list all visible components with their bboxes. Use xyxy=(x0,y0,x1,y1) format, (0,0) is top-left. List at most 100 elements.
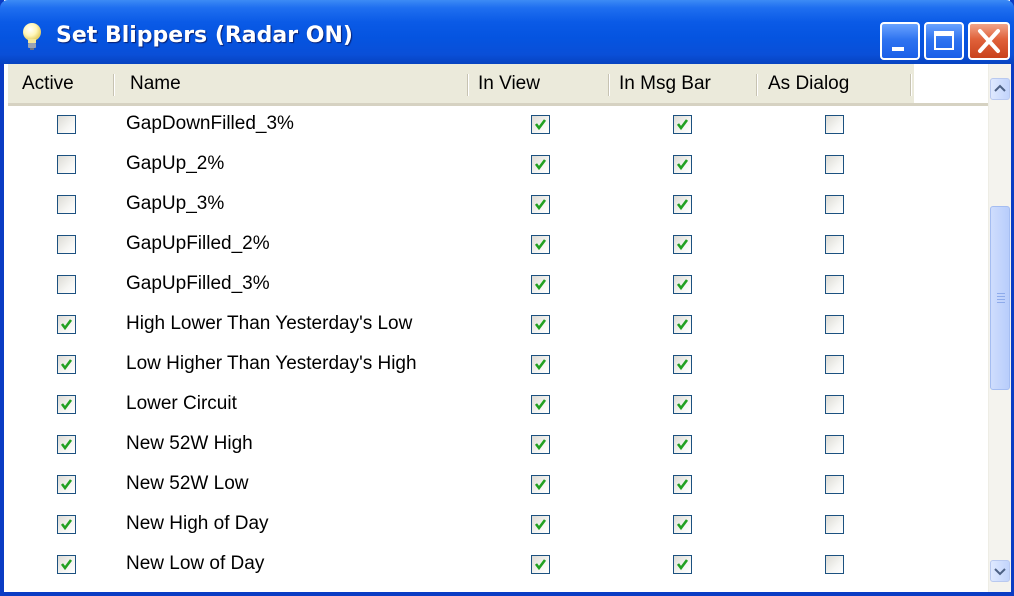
checkmark-icon xyxy=(60,519,73,531)
blipper-name: New Low of Day xyxy=(126,553,265,574)
active-checkbox[interactable] xyxy=(57,515,76,534)
active-checkbox[interactable] xyxy=(57,435,76,454)
in-msg-bar-checkbox[interactable] xyxy=(673,435,692,454)
blipper-name: GapUp_2% xyxy=(126,153,225,174)
in-view-checkbox[interactable] xyxy=(531,355,550,374)
active-checkbox[interactable] xyxy=(57,395,76,414)
as-dialog-checkbox[interactable] xyxy=(825,355,844,374)
column-separator[interactable] xyxy=(113,74,115,96)
in-view-checkbox[interactable] xyxy=(531,275,550,294)
in-view-checkbox[interactable] xyxy=(531,195,550,214)
scroll-up-button[interactable] xyxy=(990,78,1010,100)
checkmark-icon xyxy=(60,399,73,411)
table-row[interactable]: GapUp_3% xyxy=(8,186,988,226)
table-row[interactable]: High Lower Than Yesterday's Low xyxy=(8,306,988,346)
in-view-checkbox[interactable] xyxy=(531,475,550,494)
active-checkbox[interactable] xyxy=(57,235,76,254)
as-dialog-checkbox[interactable] xyxy=(825,235,844,254)
as-dialog-checkbox[interactable] xyxy=(825,475,844,494)
as-dialog-checkbox[interactable] xyxy=(825,435,844,454)
blipper-name: GapUpFilled_3% xyxy=(126,273,270,294)
title-bar[interactable]: Set Blippers (Radar ON) xyxy=(0,0,1014,64)
in-msg-bar-checkbox[interactable] xyxy=(673,355,692,374)
checkmark-icon xyxy=(60,319,73,331)
column-header-in-msg-bar[interactable]: In Msg Bar xyxy=(619,64,711,103)
active-checkbox[interactable] xyxy=(57,155,76,174)
in-msg-bar-checkbox[interactable] xyxy=(673,155,692,174)
as-dialog-checkbox[interactable] xyxy=(825,155,844,174)
checkmark-icon xyxy=(534,359,547,371)
column-header: Active Name In View In Msg Bar As Dialog xyxy=(8,64,990,106)
close-icon xyxy=(978,29,1000,53)
as-dialog-checkbox[interactable] xyxy=(825,195,844,214)
as-dialog-checkbox[interactable] xyxy=(825,395,844,414)
column-header-name[interactable]: Name xyxy=(130,64,181,103)
table-row[interactable]: GapDownFilled_3% xyxy=(8,106,988,146)
table-row[interactable]: New High of Day xyxy=(8,506,988,546)
table-row[interactable]: New 52W Low xyxy=(8,466,988,506)
table-row[interactable]: GapUpFilled_3% xyxy=(8,266,988,306)
scroll-thumb[interactable] xyxy=(990,206,1010,390)
grip-line xyxy=(997,302,1005,303)
column-header-active[interactable]: Active xyxy=(22,64,74,103)
column-header-in-view[interactable]: In View xyxy=(478,64,540,103)
table-row[interactable]: Lower Circuit xyxy=(8,386,988,426)
lightbulb-icon xyxy=(20,22,44,52)
active-checkbox[interactable] xyxy=(57,355,76,374)
column-separator[interactable] xyxy=(756,74,758,96)
as-dialog-checkbox[interactable] xyxy=(825,515,844,534)
checkmark-icon xyxy=(676,319,689,331)
active-checkbox[interactable] xyxy=(57,555,76,574)
blipper-name: High Lower Than Yesterday's Low xyxy=(126,313,413,334)
checkmark-icon xyxy=(534,519,547,531)
in-view-checkbox[interactable] xyxy=(531,115,550,134)
checkmark-icon xyxy=(534,119,547,131)
column-header-as-dialog[interactable]: As Dialog xyxy=(768,64,849,103)
in-view-checkbox[interactable] xyxy=(531,435,550,454)
set-blippers-window: Set Blippers (Radar ON) Active Name In V… xyxy=(0,0,1014,596)
checkmark-icon xyxy=(676,239,689,251)
minimize-button[interactable] xyxy=(880,22,920,60)
table-row[interactable]: GapUp_2% xyxy=(8,146,988,186)
active-checkbox[interactable] xyxy=(57,275,76,294)
as-dialog-checkbox[interactable] xyxy=(825,275,844,294)
active-checkbox[interactable] xyxy=(57,315,76,334)
in-msg-bar-checkbox[interactable] xyxy=(673,275,692,294)
in-msg-bar-checkbox[interactable] xyxy=(673,115,692,134)
active-checkbox[interactable] xyxy=(57,475,76,494)
vertical-scrollbar[interactable] xyxy=(988,64,1011,592)
as-dialog-checkbox[interactable] xyxy=(825,115,844,134)
in-msg-bar-checkbox[interactable] xyxy=(673,315,692,334)
in-msg-bar-checkbox[interactable] xyxy=(673,475,692,494)
blipper-name: GapUp_3% xyxy=(126,193,225,214)
in-view-checkbox[interactable] xyxy=(531,155,550,174)
checkmark-icon xyxy=(60,359,73,371)
as-dialog-checkbox[interactable] xyxy=(825,555,844,574)
checkmark-icon xyxy=(676,439,689,451)
table-row[interactable]: New 52W High xyxy=(8,426,988,466)
as-dialog-checkbox[interactable] xyxy=(825,315,844,334)
column-separator[interactable] xyxy=(467,74,469,96)
scroll-down-button[interactable] xyxy=(990,560,1010,582)
in-view-checkbox[interactable] xyxy=(531,395,550,414)
in-view-checkbox[interactable] xyxy=(531,235,550,254)
in-msg-bar-checkbox[interactable] xyxy=(673,195,692,214)
in-view-checkbox[interactable] xyxy=(531,555,550,574)
in-msg-bar-checkbox[interactable] xyxy=(673,235,692,254)
maximize-icon xyxy=(934,31,954,50)
table-row[interactable]: GapUpFilled_2% xyxy=(8,226,988,266)
table-row[interactable]: Low Higher Than Yesterday's High xyxy=(8,346,988,386)
in-view-checkbox[interactable] xyxy=(531,515,550,534)
in-msg-bar-checkbox[interactable] xyxy=(673,515,692,534)
in-view-checkbox[interactable] xyxy=(531,315,550,334)
active-checkbox[interactable] xyxy=(57,195,76,214)
in-msg-bar-checkbox[interactable] xyxy=(673,555,692,574)
in-msg-bar-checkbox[interactable] xyxy=(673,395,692,414)
close-button[interactable] xyxy=(968,22,1010,60)
checkmark-icon xyxy=(676,559,689,571)
table-row[interactable]: New Low of Day xyxy=(8,546,988,586)
active-checkbox[interactable] xyxy=(57,115,76,134)
column-separator[interactable] xyxy=(608,74,610,96)
checkmark-icon xyxy=(60,559,73,571)
maximize-button[interactable] xyxy=(924,22,964,60)
